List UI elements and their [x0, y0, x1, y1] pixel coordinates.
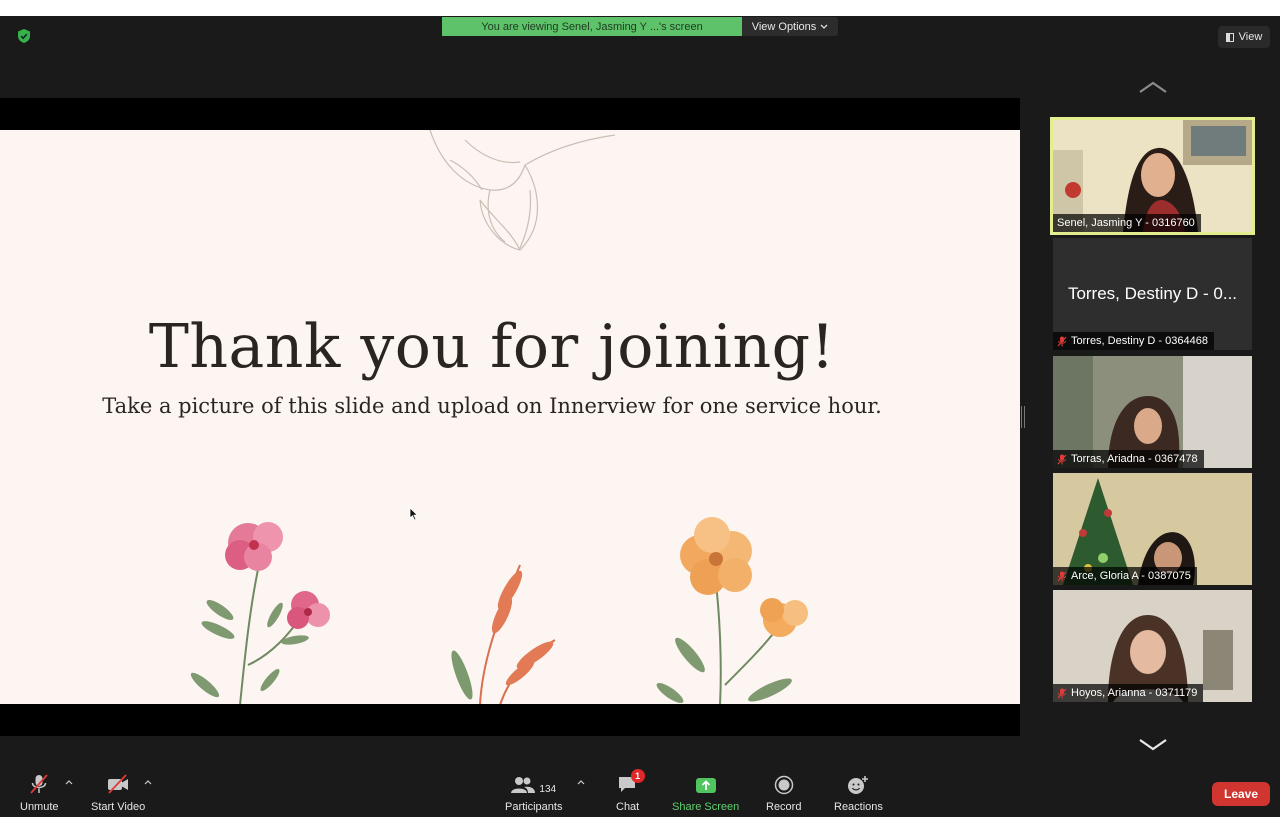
view-options-button[interactable]: View Options — [742, 17, 838, 36]
unmute-button[interactable]: Unmute — [20, 773, 59, 813]
participants-label: Participants — [505, 801, 563, 813]
screen-share-banner: You are viewing Senel, Jasming Y ...'s s… — [442, 17, 838, 36]
participant-name: Senel, Jasming Y - 0316760 — [1057, 217, 1195, 229]
participant-tile[interactable]: Hoyos, Arianna - 0371179 — [1053, 590, 1252, 702]
muted-mic-icon — [1057, 336, 1067, 346]
start-video-label: Start Video — [91, 801, 146, 813]
participant-name-label: Torras, Ariadna - 0367478 — [1053, 450, 1204, 468]
reactions-label: Reactions — [834, 801, 883, 813]
meeting-toolbar: Unmute Start Video 134 Participants 1 Ch… — [0, 769, 1280, 817]
participant-name-label: Arce, Gloria A - 0387075 — [1053, 567, 1197, 585]
view-options-label: View Options — [751, 20, 817, 33]
leave-button[interactable]: Leave — [1212, 782, 1270, 806]
participant-name-label: Hoyos, Arianna - 0371179 — [1053, 684, 1204, 702]
reactions-smiley-icon — [848, 776, 869, 794]
panel-resize-handle[interactable] — [1021, 406, 1025, 428]
muted-mic-icon — [1057, 571, 1067, 581]
mouse-pointer-icon — [409, 507, 419, 521]
chat-button[interactable]: 1 Chat — [616, 769, 645, 813]
participant-count: 134 — [539, 784, 557, 795]
participants-options-caret-icon[interactable] — [577, 779, 585, 785]
presentation-slide: Thank you for joining! Take a picture of… — [0, 130, 1020, 704]
pink-flowers-illustration — [190, 522, 330, 704]
participant-name: Arce, Gloria A - 0387075 — [1071, 570, 1191, 582]
slide-title: Thank you for joining! — [148, 312, 836, 382]
participant-name: Torras, Ariadna - 0367478 — [1071, 453, 1198, 465]
record-label: Record — [766, 801, 802, 813]
chevron-down-icon — [820, 24, 828, 29]
participants-button[interactable]: 134 Participants — [505, 773, 562, 813]
muted-microphone-icon — [30, 774, 48, 794]
participants-icon — [511, 777, 536, 793]
share-screen-label: Share Screen — [672, 801, 740, 813]
view-label: View — [1238, 31, 1263, 43]
chat-label: Chat — [616, 801, 640, 813]
shared-screen-area: Thank you for joining! Take a picture of… — [0, 98, 1020, 736]
video-off-icon — [108, 774, 129, 794]
peach-flowers-illustration — [656, 517, 808, 704]
orange-grass-illustration — [451, 564, 556, 704]
chat-unread-badge: 1 — [630, 769, 645, 783]
unmute-label: Unmute — [20, 801, 59, 813]
chevron-down-icon[interactable] — [1138, 738, 1168, 752]
chevron-up-icon[interactable] — [1138, 80, 1168, 94]
participant-tile[interactable]: Torras, Ariadna - 0367478 — [1053, 356, 1252, 468]
record-button[interactable]: Record — [766, 773, 801, 813]
audio-options-caret-icon[interactable] — [65, 779, 73, 785]
share-screen-button[interactable]: Share Screen — [672, 773, 739, 813]
top-strip — [0, 0, 1280, 16]
participant-tile[interactable]: Arce, Gloria A - 0387075 — [1053, 473, 1252, 585]
record-icon — [774, 775, 793, 795]
muted-mic-icon — [1057, 688, 1067, 698]
participant-name-label: Senel, Jasming Y - 0316760 — [1053, 214, 1201, 232]
view-layout-button[interactable]: View — [1218, 26, 1270, 48]
reactions-button[interactable]: Reactions — [834, 773, 883, 813]
slide-subtitle: Take a picture of this slide and upload … — [102, 394, 882, 418]
muted-mic-icon — [1057, 454, 1067, 464]
line-art-flower-illustration — [429, 130, 616, 251]
video-options-caret-icon[interactable] — [144, 779, 152, 785]
gallery-view-icon — [1225, 32, 1234, 42]
zoom-meeting-window: You are viewing Senel, Jasming Y ...'s s… — [0, 16, 1280, 817]
viewing-screen-text: You are viewing Senel, Jasming Y ...'s s… — [442, 17, 742, 36]
participant-name: Hoyos, Arianna - 0371179 — [1071, 687, 1198, 699]
security-shield-icon[interactable] — [16, 28, 32, 44]
share-screen-icon — [695, 778, 716, 793]
start-video-button[interactable]: Start Video — [91, 773, 145, 813]
participant-tile[interactable]: Senel, Jasming Y - 0316760 — [1050, 117, 1255, 235]
participant-name-label: Torres, Destiny D - 0364468 — [1053, 332, 1214, 350]
participant-name: Torres, Destiny D - 0364468 — [1071, 335, 1208, 347]
participant-tile[interactable]: Torres, Destiny D - 0... Torres, Destiny… — [1053, 238, 1252, 350]
